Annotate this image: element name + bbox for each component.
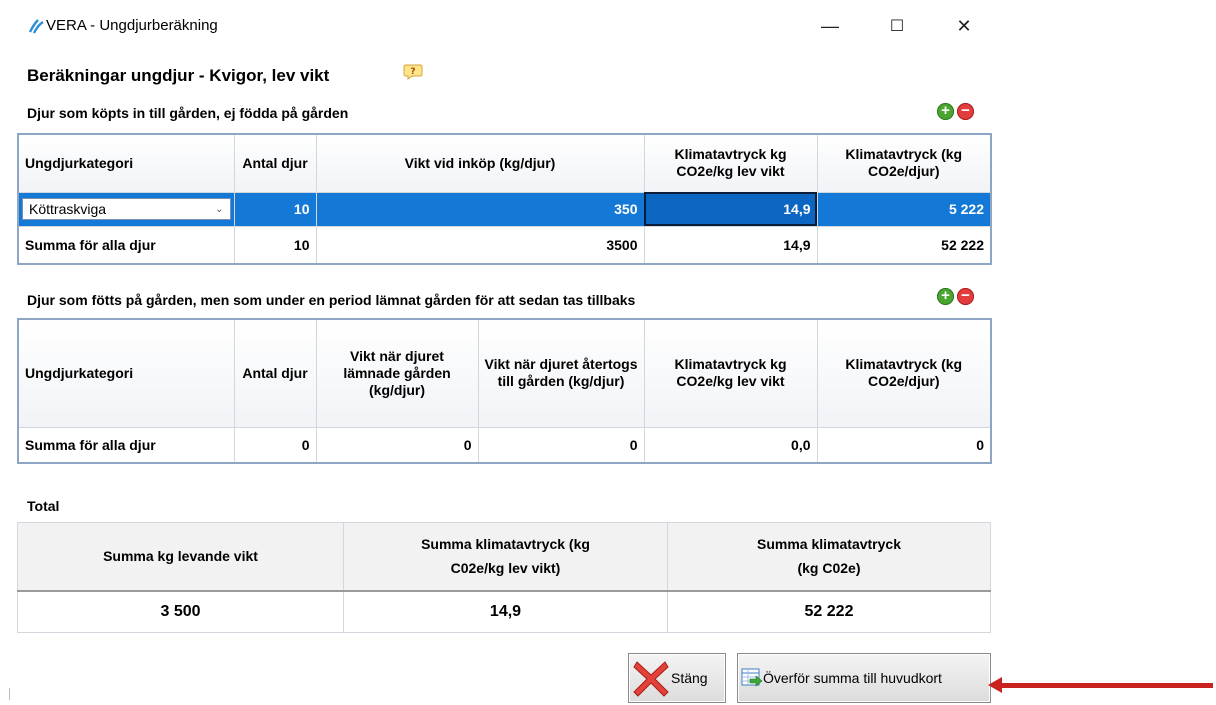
sum-count: 0 xyxy=(233,426,317,464)
total-title: Total xyxy=(27,498,60,514)
total-header-weight: Summa kg levande vikt xyxy=(17,522,344,591)
climate-per-animal-cell[interactable]: 5 222 xyxy=(816,191,992,227)
close-button-label: Stäng xyxy=(671,670,708,686)
title-bar: VERA - Ungdjurberäkning — ☐ ✕ xyxy=(0,0,1216,52)
total-header-climate: Summa klimatavtryck (kg C02e) xyxy=(667,522,991,591)
purchased-animals-table: Ungdjurkategori Antal djur Vikt vid inkö… xyxy=(17,133,992,265)
col-header-count: Antal djur xyxy=(233,318,317,428)
svg-text:?: ? xyxy=(410,67,415,77)
help-speech-bubble-icon[interactable]: ? xyxy=(403,64,423,80)
window-title: VERA - Ungdjurberäkning xyxy=(46,17,218,34)
sum-weight-left: 0 xyxy=(315,426,479,464)
col-header-climate-per-animal: Klimatavtryck (kg CO2e/djur) xyxy=(816,318,992,428)
total-climate-value: 52 222 xyxy=(667,589,991,633)
section1-title: Djur som köpts in till gården, ej födda … xyxy=(27,105,349,121)
vera-logo-icon xyxy=(28,19,44,34)
returned-animals-table: Ungdjurkategori Antal djur Vikt när djur… xyxy=(17,318,992,464)
sum-climate-per-kg: 14,9 xyxy=(643,225,818,265)
spreadsheet-arrow-icon xyxy=(741,668,763,687)
sum-climate-per-animal: 0 xyxy=(816,426,992,464)
annotation-arrow-head xyxy=(988,677,1002,693)
close-button[interactable]: Stäng xyxy=(628,653,726,703)
col-header-weight-back: Vikt när djuret återtogs till gården (kg… xyxy=(477,318,645,428)
category-value: Köttraskviga xyxy=(29,201,107,217)
close-window-button[interactable]: ✕ xyxy=(941,10,987,42)
add-row-icon[interactable]: + xyxy=(937,103,954,120)
minimize-button[interactable]: — xyxy=(807,10,853,42)
col-header-count: Antal djur xyxy=(233,133,317,193)
total-climate-per-kg-value: 14,9 xyxy=(343,589,668,633)
total-weight-value: 3 500 xyxy=(17,589,344,633)
weight-cell[interactable]: 350 xyxy=(315,191,645,227)
sum-label: Summa för alla djur xyxy=(17,426,235,464)
col-header-weight: Vikt vid inköp (kg/djur) xyxy=(315,133,645,193)
col-header-weight-left: Vikt när djuret lämnade gården (kg/djur) xyxy=(315,318,479,428)
sum-row: Summa för alla djur 10 3500 14,9 52 222 xyxy=(17,225,992,265)
transfer-sum-button-label: Överför summa till huvudkort xyxy=(763,670,942,686)
sum-weight-back: 0 xyxy=(477,426,645,464)
total-header-climate-per-kg: Summa klimatavtryck (kg C02e/kg lev vikt… xyxy=(343,522,668,591)
total-table: Summa kg levande vikt Summa klimatavtryc… xyxy=(17,522,991,633)
climate-per-kg-cell[interactable]: 14,9 xyxy=(643,191,818,227)
page-title: Beräkningar ungdjur - Kvigor, lev vikt xyxy=(27,66,330,85)
category-dropdown[interactable]: Köttraskviga ⌄ xyxy=(22,198,231,220)
count-cell[interactable]: 10 xyxy=(233,191,317,227)
maximize-button[interactable]: ☐ xyxy=(874,10,920,42)
col-header-climate-per-kg: Klimatavtryck kg CO2e/kg lev vikt xyxy=(643,318,818,428)
section2-title: Djur som fötts på gården, men som under … xyxy=(27,292,636,308)
col-header-category: Ungdjurkategori xyxy=(17,318,235,428)
remove-row-icon[interactable]: − xyxy=(957,103,974,120)
total-value-row: 3 500 14,9 52 222 xyxy=(17,589,991,633)
col-header-climate-per-kg: Klimatavtryck kg CO2e/kg lev vikt xyxy=(643,133,818,193)
sum-weight: 3500 xyxy=(315,225,645,265)
col-header-climate-per-animal: Klimatavtryck (kg CO2e/djur) xyxy=(816,133,992,193)
red-x-icon xyxy=(633,661,669,697)
sum-label: Summa för alla djur xyxy=(17,225,235,265)
add-row-icon[interactable]: + xyxy=(937,288,954,305)
sum-count: 10 xyxy=(233,225,317,265)
chevron-down-icon: ⌄ xyxy=(215,203,224,215)
divider xyxy=(9,688,10,700)
sum-climate-per-kg: 0,0 xyxy=(643,426,818,464)
annotation-arrow-shaft xyxy=(1000,683,1213,688)
sum-row: Summa för alla djur 0 0 0 0,0 0 xyxy=(17,426,992,464)
table-row[interactable]: Köttraskviga ⌄ 10 350 14,9 5 222 xyxy=(17,191,992,227)
col-header-category: Ungdjurkategori xyxy=(17,133,235,193)
transfer-sum-button[interactable]: Överför summa till huvudkort xyxy=(737,653,991,703)
sum-climate-per-animal: 52 222 xyxy=(816,225,992,265)
remove-row-icon[interactable]: − xyxy=(957,288,974,305)
total-header-row: Summa kg levande vikt Summa klimatavtryc… xyxy=(17,522,991,591)
category-cell[interactable]: Köttraskviga ⌄ xyxy=(17,191,235,227)
